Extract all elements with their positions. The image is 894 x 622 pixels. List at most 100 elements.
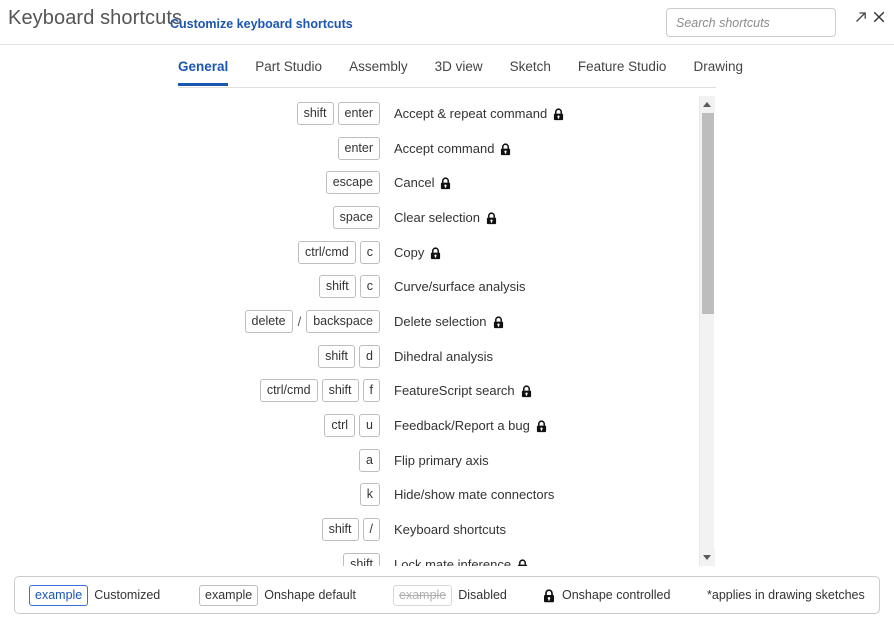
shortcut-label: Accept command: [394, 140, 495, 156]
legend-key-customized: example: [29, 584, 89, 606]
shortcut-label-wrap: Curve/surface analysis: [394, 279, 526, 294]
key-cap: c: [359, 275, 380, 299]
key-cap: k: [359, 483, 380, 507]
key-cap: ctrl: [324, 414, 356, 438]
legend-bar: example Customized example Onshape defau…: [14, 576, 880, 614]
shortcut-keys: delete / backspace: [0, 309, 380, 333]
shortcut-label-wrap: Flip primary axis: [394, 453, 489, 468]
tab-sketch[interactable]: Sketch: [510, 45, 551, 86]
scroll-down-button[interactable]: [700, 550, 715, 566]
shortcut-keys: escape: [0, 171, 380, 195]
legend-key-onshape-default: example: [199, 584, 259, 606]
tab-feature-studio[interactable]: Feature Studio: [578, 45, 667, 86]
shortcut-row[interactable]: shift Lock mate inference: [0, 547, 714, 566]
key-cap: a: [359, 448, 380, 472]
key-cap: shift: [321, 518, 359, 542]
shortcut-row[interactable]: shift / Keyboard shortcuts: [0, 512, 714, 547]
tab-general[interactable]: General: [178, 45, 229, 86]
shortcut-row[interactable]: delete / backspace Delete selection: [0, 304, 714, 339]
scroll-up-button[interactable]: [700, 96, 715, 112]
key-cap: f: [362, 379, 380, 403]
shortcut-label: Delete selection: [394, 313, 487, 329]
key-cap: /: [362, 518, 380, 542]
shortcut-list-scrollbar[interactable]: [699, 96, 715, 566]
shortcut-label-wrap: Clear selection: [394, 210, 497, 225]
shortcut-keys: ctrl/cmd shift f: [0, 379, 380, 403]
legend-item-disabled: example Disabled: [393, 584, 507, 606]
popout-arrow-icon[interactable]: [853, 9, 869, 25]
lock-icon: [430, 247, 441, 260]
shortcut-row[interactable]: shift c Curve/surface analysis: [0, 269, 714, 304]
shortcut-keys: shift: [0, 552, 380, 566]
shortcut-label: Hide/show mate connectors: [394, 487, 555, 503]
lock-icon: [500, 143, 511, 156]
shortcut-label-wrap: Accept command: [394, 141, 511, 156]
shortcut-label: Clear selection: [394, 209, 480, 225]
key-cap: shift: [296, 101, 334, 125]
tab-drawing[interactable]: Drawing: [693, 45, 743, 86]
shortcut-row[interactable]: escape Cancel: [0, 165, 714, 200]
lock-icon: [517, 559, 528, 566]
legend-footnote: *applies in drawing sketches: [707, 588, 865, 602]
shortcut-row[interactable]: ctrl u Feedback/Report a bug: [0, 408, 714, 443]
shortcut-row[interactable]: k Hide/show mate connectors: [0, 478, 714, 513]
shortcut-label-wrap: Lock mate inference: [394, 557, 528, 566]
shortcut-label: Dihedral analysis: [394, 348, 493, 364]
shortcut-label-wrap: Cancel: [394, 175, 451, 190]
key-cap: delete: [244, 309, 293, 333]
lock-icon: [493, 316, 504, 329]
shortcut-label-wrap: Hide/show mate connectors: [394, 487, 554, 502]
lock-icon: [521, 385, 532, 398]
legend-item-customized: example Customized: [29, 584, 160, 606]
shortcut-label: Lock mate inference: [394, 556, 512, 566]
shortcut-row[interactable]: ctrl/cmd shift f FeatureScript search: [0, 374, 714, 409]
tab-part-studio[interactable]: Part Studio: [255, 45, 322, 86]
shortcut-label: Curve/surface analysis: [394, 279, 526, 295]
shortcut-keys: space: [0, 205, 380, 229]
key-separator: /: [297, 313, 302, 329]
close-icon[interactable]: [871, 9, 887, 25]
shortcut-row[interactable]: shift d Dihedral analysis: [0, 339, 714, 374]
key-cap: shift: [318, 344, 356, 368]
shortcut-row[interactable]: a Flip primary axis: [0, 443, 714, 478]
legend-label-disabled: Disabled: [458, 588, 507, 602]
lock-icon: [536, 420, 547, 433]
search-input[interactable]: [666, 8, 836, 37]
shortcut-label-wrap: Copy: [394, 245, 441, 260]
tab-bar: General Part Studio Assembly 3D view Sketch F…: [0, 45, 894, 88]
shortcut-keys: shift enter: [0, 101, 380, 125]
key-cap: enter: [337, 101, 380, 125]
shortcut-label: FeatureScript search: [394, 383, 515, 399]
legend-label-onshape-controlled: Onshape controlled: [562, 588, 671, 602]
shortcut-list: shift enter Accept & repeat command enter Ac…: [0, 96, 714, 566]
lock-icon: [553, 108, 564, 121]
customize-keyboard-shortcuts-link[interactable]: Customize keyboard shortcuts: [170, 17, 353, 31]
legend-item-onshape-controlled: Onshape controlled: [543, 588, 671, 603]
shortcut-row[interactable]: ctrl/cmd c Copy: [0, 235, 714, 270]
shortcut-keys: shift c: [0, 275, 380, 299]
key-cap: shift: [318, 275, 356, 299]
shortcut-row[interactable]: enter Accept command: [0, 131, 714, 166]
keyboard-shortcuts-dialog: Keyboard shortcuts Customize keyboard sh…: [0, 0, 894, 622]
dialog-header: Keyboard shortcuts Customize keyboard sh…: [0, 0, 894, 45]
shortcut-keys: ctrl u: [0, 414, 380, 438]
shortcut-row[interactable]: space Clear selection: [0, 200, 714, 235]
shortcut-keys: enter: [0, 136, 380, 160]
shortcut-row[interactable]: shift enter Accept & repeat command: [0, 96, 714, 131]
shortcut-label-wrap: Feedback/Report a bug: [394, 418, 547, 433]
shortcut-label: Feedback/Report a bug: [394, 418, 530, 434]
lock-icon: [440, 177, 451, 190]
key-cap: ctrl/cmd: [259, 379, 318, 403]
page-title: Keyboard shortcuts: [8, 7, 183, 29]
shortcut-label-wrap: Keyboard shortcuts: [394, 522, 506, 537]
key-cap: c: [359, 240, 380, 264]
key-cap: space: [332, 205, 380, 229]
shortcut-label: Flip primary axis: [394, 452, 489, 468]
lock-icon: [486, 212, 497, 225]
key-cap: enter: [337, 136, 380, 160]
tab-assembly[interactable]: Assembly: [349, 45, 408, 86]
key-cap: ctrl/cmd: [298, 240, 356, 264]
scrollbar-thumb[interactable]: [702, 113, 714, 314]
shortcut-label-wrap: FeatureScript search: [394, 383, 532, 398]
tab-3d-view[interactable]: 3D view: [435, 45, 483, 86]
